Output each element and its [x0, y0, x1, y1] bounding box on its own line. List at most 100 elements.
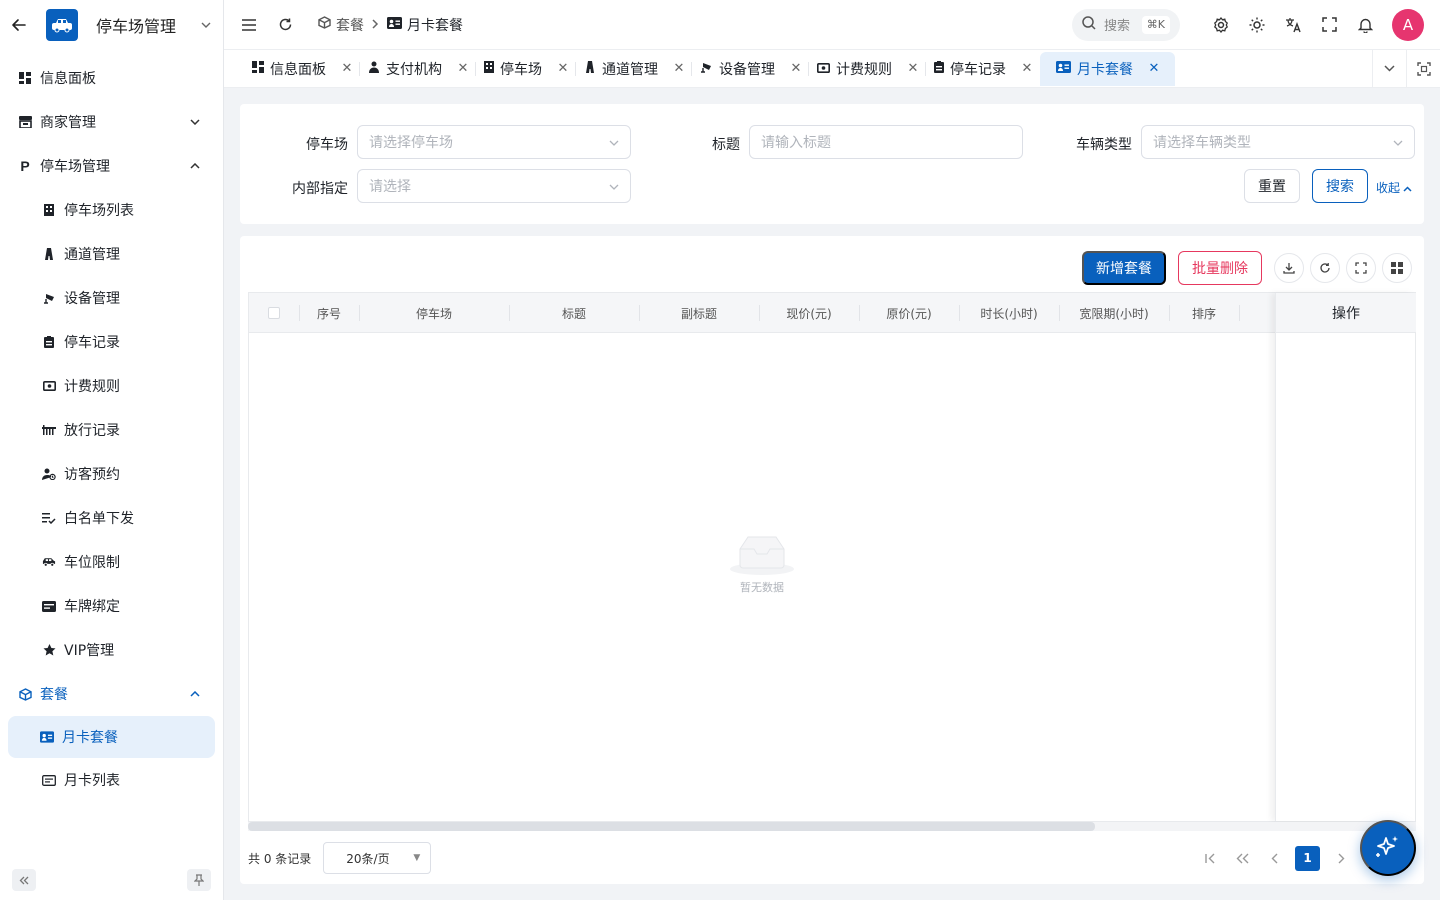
- sidebar-item-space-limit[interactable]: 车位限制: [0, 540, 223, 584]
- sidebar-item-device[interactable]: 设备管理: [0, 276, 223, 320]
- download-icon[interactable]: [1274, 253, 1304, 283]
- sidebar-item-visitor[interactable]: 访客预约: [0, 452, 223, 496]
- settings-icon[interactable]: [1212, 16, 1230, 34]
- refresh-icon[interactable]: [1310, 253, 1340, 283]
- column-header-subtitle[interactable]: 副标题: [639, 293, 759, 333]
- sidebar-item-billing[interactable]: 计费规则: [0, 364, 223, 408]
- search-label: 搜索: [1104, 19, 1131, 34]
- translate-icon[interactable]: [1284, 16, 1302, 34]
- sidebar-item-plate-binding[interactable]: 车牌绑定: [0, 584, 223, 628]
- column-header-grace-period[interactable]: 宽限期(小时): [1059, 293, 1169, 333]
- close-icon[interactable]: ✕: [674, 61, 685, 76]
- prev-five-icon[interactable]: [1231, 846, 1253, 870]
- tab-dashboard[interactable]: 信息面板 ✕: [244, 52, 360, 86]
- title-input[interactable]: 请输入标题: [749, 125, 1023, 159]
- batch-delete-button[interactable]: 批量删除: [1178, 251, 1262, 285]
- close-icon[interactable]: ✕: [791, 61, 802, 76]
- add-package-button[interactable]: 新增套餐: [1082, 251, 1166, 285]
- search-icon: [1082, 15, 1096, 34]
- refresh-icon[interactable]: [276, 16, 294, 34]
- maximize-content-icon[interactable]: [1406, 49, 1440, 88]
- first-page-icon[interactable]: [1199, 846, 1221, 870]
- collapse-link[interactable]: 收起: [1376, 179, 1412, 196]
- title-placeholder: 请输入标题: [761, 135, 831, 151]
- close-icon[interactable]: ✕: [342, 61, 353, 76]
- internal-select[interactable]: 请选择: [357, 169, 631, 203]
- ai-assistant-button[interactable]: [1360, 820, 1416, 876]
- breadcrumb-item-package[interactable]: 套餐: [318, 15, 364, 35]
- camera-icon: [700, 61, 713, 77]
- horizontal-scrollbar[interactable]: [248, 822, 1416, 831]
- pin-icon[interactable]: [187, 869, 211, 891]
- page-size-select[interactable]: 20条/页 ▼: [323, 842, 432, 874]
- sidebar-item-label: 套餐: [40, 687, 68, 703]
- close-icon[interactable]: ✕: [458, 61, 469, 76]
- sidebar-item-vip[interactable]: VIP管理: [0, 628, 223, 672]
- avatar[interactable]: A: [1392, 8, 1424, 41]
- tab-label: 计费规则: [836, 61, 892, 78]
- page-number-current[interactable]: 1: [1295, 845, 1320, 871]
- scrollbar-thumb[interactable]: [248, 822, 1095, 831]
- tab-parking-record[interactable]: 停车记录 ✕: [925, 52, 1040, 86]
- tab-payment-org[interactable]: 支付机构 ✕: [359, 52, 476, 86]
- close-icon[interactable]: ✕: [1149, 61, 1160, 76]
- select-all-checkbox[interactable]: [268, 307, 280, 319]
- column-header-sort[interactable]: 排序: [1169, 293, 1239, 333]
- list-check-icon: [42, 511, 56, 525]
- next-page-icon[interactable]: [1330, 846, 1352, 870]
- id-card-icon: [387, 16, 402, 33]
- column-header-duration[interactable]: 时长(小时): [959, 293, 1059, 333]
- vehicle-type-select[interactable]: 请选择车辆类型: [1141, 125, 1415, 159]
- sidebar-item-label: 停车场管理: [40, 159, 110, 175]
- theme-sun-icon[interactable]: [1248, 16, 1266, 34]
- sidebar-item-parking-list[interactable]: 停车场列表: [0, 188, 223, 232]
- sidebar-item-release[interactable]: 放行记录: [0, 408, 223, 452]
- menu-toggle-icon[interactable]: [240, 16, 258, 34]
- fullscreen-icon[interactable]: [1346, 253, 1376, 283]
- column-header-title[interactable]: 标题: [509, 293, 639, 333]
- camera-icon: [42, 291, 56, 305]
- collapse-sidebar-icon[interactable]: [12, 869, 36, 891]
- column-settings-icon[interactable]: [1382, 253, 1412, 283]
- sidebar-item-package[interactable]: 套餐: [0, 672, 223, 716]
- close-icon[interactable]: ✕: [558, 61, 569, 76]
- tab-channel[interactable]: 通道管理 ✕: [575, 52, 692, 86]
- tab-parking[interactable]: 停车场 ✕: [475, 52, 576, 86]
- sidebar-item-whitelist[interactable]: 白名单下发: [0, 496, 223, 540]
- parking-select[interactable]: 请选择停车场: [357, 125, 631, 159]
- sidebar-item-monthly-list[interactable]: 月卡列表: [0, 758, 223, 802]
- sidebar-item-parking-record[interactable]: 停车记录: [0, 320, 223, 364]
- chevron-down-icon[interactable]: [199, 18, 213, 32]
- back-arrow-icon[interactable]: [10, 16, 28, 34]
- search-button[interactable]: 搜索: [1312, 169, 1368, 203]
- sidebar-item-channel[interactable]: 通道管理: [0, 232, 223, 276]
- fullscreen-icon[interactable]: [1320, 16, 1338, 34]
- chevron-down-icon[interactable]: [1372, 49, 1406, 88]
- action-column: 操作: [1275, 293, 1416, 821]
- reset-button[interactable]: 重置: [1244, 169, 1300, 203]
- column-header-current-price[interactable]: 现价(元): [759, 293, 859, 333]
- bell-icon[interactable]: [1356, 16, 1374, 34]
- card-list-icon: [42, 773, 56, 787]
- sidebar-item-dashboard[interactable]: 信息面板: [0, 56, 223, 100]
- tab-billing[interactable]: 计费规则 ✕: [808, 52, 926, 86]
- close-icon[interactable]: ✕: [1022, 61, 1033, 76]
- tab-device[interactable]: 设备管理 ✕: [691, 52, 809, 86]
- sidebar-item-monthly-package[interactable]: 月卡套餐: [8, 716, 215, 758]
- sidebar-item-merchant[interactable]: 商家管理: [0, 100, 223, 144]
- column-header-parking[interactable]: 停车场: [359, 293, 509, 333]
- sidebar-item-label: 车牌绑定: [64, 599, 120, 615]
- column-header-index[interactable]: 序号: [299, 293, 359, 333]
- store-icon: [18, 115, 32, 129]
- vehicle-type-label: 车辆类型: [1076, 137, 1132, 153]
- tab-monthly-package[interactable]: 月卡套餐 ✕: [1040, 51, 1175, 86]
- global-search[interactable]: 搜索 ⌘K: [1072, 8, 1180, 41]
- chevron-up-icon: [1403, 181, 1412, 195]
- sidebar-item-parking-mgmt[interactable]: P 停车场管理: [0, 144, 223, 188]
- close-icon[interactable]: ✕: [908, 61, 919, 76]
- prev-page-icon[interactable]: [1263, 846, 1285, 870]
- column-header-original-price[interactable]: 原价(元): [859, 293, 959, 333]
- sidebar-item-label: VIP管理: [64, 643, 115, 659]
- empty-text: 暂无数据: [740, 581, 784, 594]
- package-icon: [318, 16, 331, 33]
